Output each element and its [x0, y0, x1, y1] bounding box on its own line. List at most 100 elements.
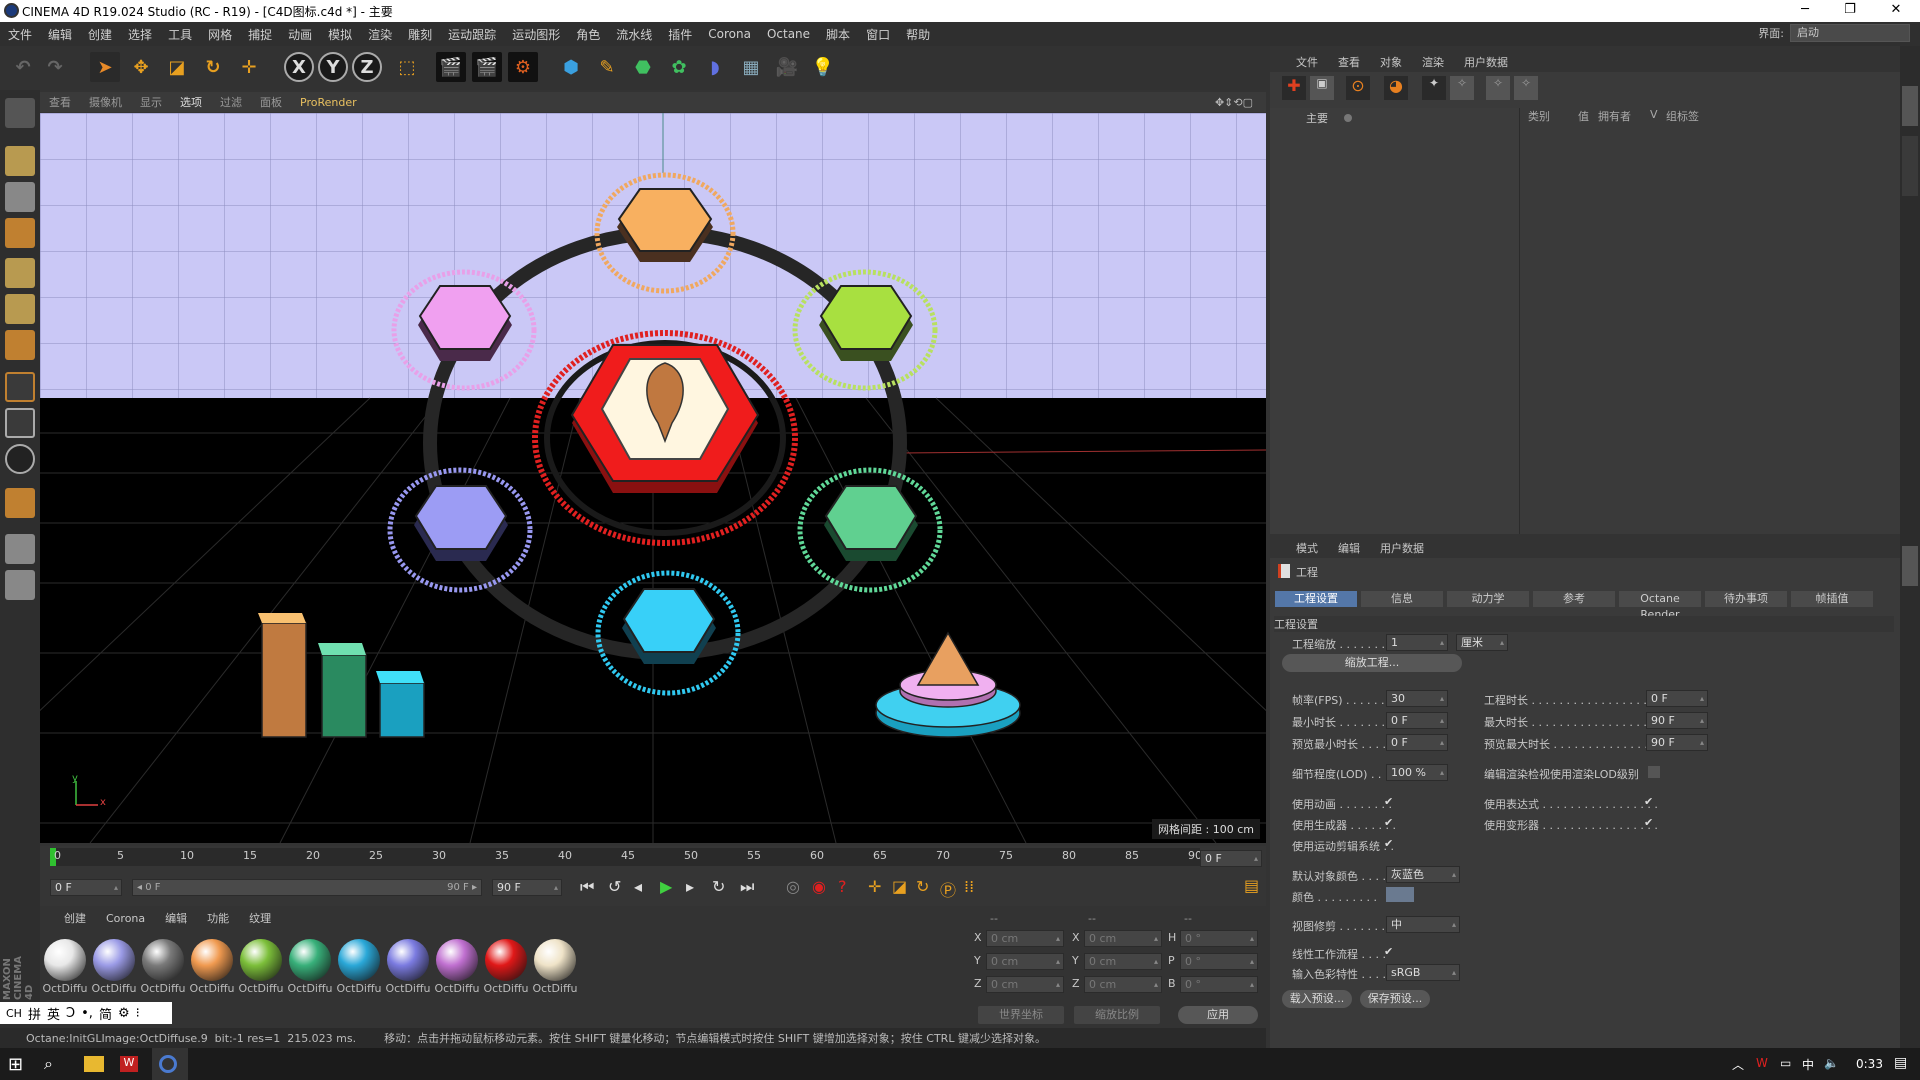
next-key-icon[interactable]: ↻ [712, 877, 725, 896]
menu-motion-tracking[interactable]: 运动跟踪 [440, 26, 504, 43]
use-deformers-checkbox[interactable]: ✔ [1644, 817, 1656, 829]
menu-snap[interactable]: 捕捉 [240, 26, 280, 43]
make-editable-icon[interactable] [5, 98, 35, 128]
menu-simulate[interactable]: 模拟 [320, 26, 360, 43]
root-object[interactable]: 主要 [1306, 110, 1328, 126]
viewport-menu-camera[interactable]: 摄像机 [80, 94, 131, 110]
snap-icon[interactable] [5, 488, 35, 518]
object-menu-render[interactable]: 渲染 [1412, 54, 1454, 70]
render-lod-checkbox[interactable] [1648, 766, 1660, 778]
menu-create[interactable]: 创建 [80, 26, 120, 43]
viewport-menu-prorender[interactable]: ProRender [291, 96, 366, 109]
menu-select[interactable]: 选择 [120, 26, 160, 43]
attr-tab[interactable]: 参考 [1532, 590, 1616, 608]
material-swatch[interactable]: OctDiffu [287, 938, 333, 996]
array-icon[interactable]: ✿ [664, 52, 694, 82]
tray-wps-icon[interactable]: W [1756, 1056, 1768, 1070]
prev-frame-icon[interactable]: ◂ [634, 877, 642, 896]
fps-field[interactable]: 30 [1386, 690, 1448, 707]
next-frame-icon[interactable]: ▸ [686, 877, 694, 896]
ime-lang[interactable]: CH [0, 1007, 25, 1020]
world-coords-select[interactable]: 世界坐标 [978, 1006, 1064, 1024]
ime-simplified-icon[interactable]: 简 [96, 1004, 115, 1023]
viewport-menu-filter[interactable]: 过滤 [211, 94, 251, 110]
key-param-icon[interactable]: Ⓟ [940, 877, 956, 901]
start-icon[interactable]: ⊞ [8, 1054, 23, 1075]
key-pla-icon[interactable]: ⁞⁞ [964, 877, 974, 896]
ime-english-icon[interactable]: 英 [44, 1004, 63, 1023]
3d-viewport[interactable]: y x 网格间距 : 100 cm [40, 113, 1266, 843]
material-swatch[interactable]: OctDiffu [385, 938, 431, 996]
scale-mode-select[interactable]: 缩放比例 [1074, 1006, 1160, 1024]
preview-max-field[interactable]: 90 F [1646, 734, 1708, 751]
menu-script[interactable]: 脚本 [818, 26, 858, 43]
live-select-icon[interactable]: ✛ [234, 52, 264, 82]
menu-help[interactable]: 帮助 [898, 26, 938, 43]
octane-settings-icon[interactable]: ⊙ [1346, 76, 1370, 100]
root-visibility-dot[interactable] [1344, 114, 1352, 122]
project-time-field[interactable]: 0 F [1646, 690, 1708, 707]
select-tool-icon[interactable]: ➤ [90, 52, 120, 82]
camera-icon[interactable]: 🎥 [772, 52, 802, 82]
coord-field[interactable]: 0 cm [986, 976, 1064, 993]
render-view-icon[interactable]: 🎬 [436, 52, 466, 82]
model-mode-icon[interactable] [5, 146, 35, 176]
use-expressions-checkbox[interactable]: ✔ [1644, 796, 1656, 808]
octane-tag-icon[interactable]: ✧ [1486, 76, 1510, 100]
planar-workplane-icon[interactable] [5, 570, 35, 600]
menu-mograph[interactable]: 运动图形 [504, 26, 568, 43]
default-object-color-select[interactable]: 灰蓝色 [1386, 866, 1460, 883]
use-generators-checkbox[interactable]: ✔ [1384, 817, 1396, 829]
octane-material-icon[interactable]: ◕ [1384, 76, 1408, 100]
material-menu-edit[interactable]: 编辑 [155, 910, 197, 926]
material-swatch[interactable]: OctDiffu [532, 938, 578, 996]
min-time-field[interactable]: 0 F [1386, 712, 1448, 729]
lod-field[interactable]: 100 % [1386, 764, 1448, 781]
coord-field[interactable]: 0 cm [986, 953, 1064, 970]
points-mode-icon[interactable] [5, 258, 35, 288]
color-swatch[interactable] [1386, 887, 1414, 902]
material-menu-texture[interactable]: 纹理 [239, 910, 281, 926]
attr-tab[interactable]: 帧插值 [1790, 590, 1874, 608]
attr-tab[interactable]: Octane Render [1618, 590, 1702, 621]
octane-env-icon[interactable]: ✧ [1514, 76, 1538, 100]
keyframe-help-icon[interactable]: ? [838, 877, 847, 896]
edges-mode-icon[interactable] [5, 294, 35, 324]
menu-render[interactable]: 渲染 [360, 26, 400, 43]
view-clipping-select[interactable]: 中 [1386, 916, 1460, 933]
polygons-mode-icon[interactable] [5, 330, 35, 360]
ime-settings-icon[interactable]: ⚙ [115, 1006, 133, 1021]
coord-field[interactable]: 0 cm [1084, 953, 1162, 970]
menu-octane[interactable]: Octane [759, 27, 818, 41]
menu-mesh[interactable]: 网格 [200, 26, 240, 43]
z-axis-button[interactable]: Z [352, 52, 382, 82]
material-swatch[interactable]: OctDiffu [91, 938, 137, 996]
save-preset-button[interactable]: 保存预设... [1360, 990, 1430, 1008]
frame-range-slider[interactable]: ◂ 0 F 90 F ▸ [132, 879, 482, 896]
attr-menu-edit[interactable]: 编辑 [1328, 540, 1370, 556]
tweak-mode-icon[interactable] [5, 408, 35, 438]
play-icon[interactable]: ▶ [660, 877, 672, 896]
load-preset-button[interactable]: 载入预设... [1282, 990, 1352, 1008]
key-position-icon[interactable]: ✛ [868, 877, 881, 896]
spline-pen-icon[interactable]: ✎ [592, 52, 622, 82]
maximize-button[interactable]: ❐ [1830, 0, 1870, 22]
coord-field[interactable]: 0 ° [1180, 953, 1258, 970]
start-frame-field[interactable]: 0 F [50, 879, 122, 896]
menu-pipeline[interactable]: 流水线 [608, 26, 660, 43]
menu-corona[interactable]: Corona [700, 27, 759, 41]
x-axis-button[interactable]: X [284, 52, 314, 82]
end-frame-field[interactable]: 90 F [492, 879, 562, 896]
object-menu-userdata[interactable]: 用户数据 [1454, 54, 1518, 70]
viewport-nav-icons[interactable]: ✥⇕⟲▢ [1206, 96, 1262, 109]
object-menu-object[interactable]: 对象 [1370, 54, 1412, 70]
scale-tool-icon[interactable]: ◪ [162, 52, 192, 82]
octane-render-icon[interactable]: ✦ [1422, 76, 1446, 100]
cube-icon[interactable]: ⬢ [556, 52, 586, 82]
clock[interactable]: 0:33 [1856, 1057, 1883, 1071]
material-swatch[interactable]: OctDiffu [434, 938, 480, 996]
project-scale-field[interactable]: 1 [1386, 634, 1448, 651]
viewport-menu-panel[interactable]: 面板 [251, 94, 291, 110]
menu-animate[interactable]: 动画 [280, 26, 320, 43]
prev-key-icon[interactable]: ↺ [608, 877, 621, 896]
